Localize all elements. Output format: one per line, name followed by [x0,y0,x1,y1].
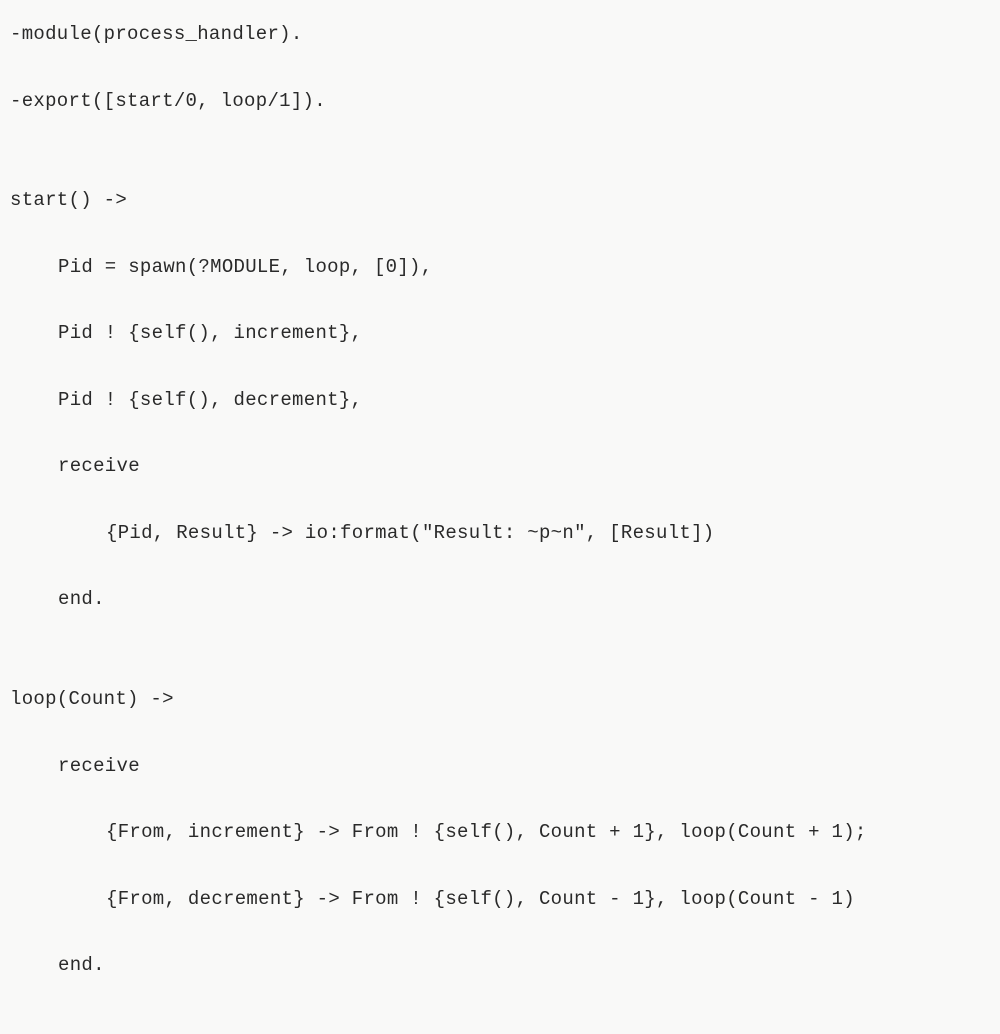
code-line: receive [10,750,990,783]
code-line: -export([start/0, loop/1]). [10,85,990,118]
code-line: end. [10,583,990,616]
code-block: -module(process_handler). -export([start… [10,18,990,1016]
code-line: receive [10,450,990,483]
code-line: start() -> [10,184,990,217]
code-line: {From, increment} -> From ! {self(), Cou… [10,816,990,849]
code-line: Pid ! {self(), increment}, [10,317,990,350]
code-line: Pid = spawn(?MODULE, loop, [0]), [10,251,990,284]
code-line: end. [10,949,990,982]
code-line: -module(process_handler). [10,18,990,51]
code-line: loop(Count) -> [10,683,990,716]
code-line: Pid ! {self(), decrement}, [10,384,990,417]
code-line: {From, decrement} -> From ! {self(), Cou… [10,883,990,916]
code-line: {Pid, Result} -> io:format("Result: ~p~n… [10,517,990,550]
